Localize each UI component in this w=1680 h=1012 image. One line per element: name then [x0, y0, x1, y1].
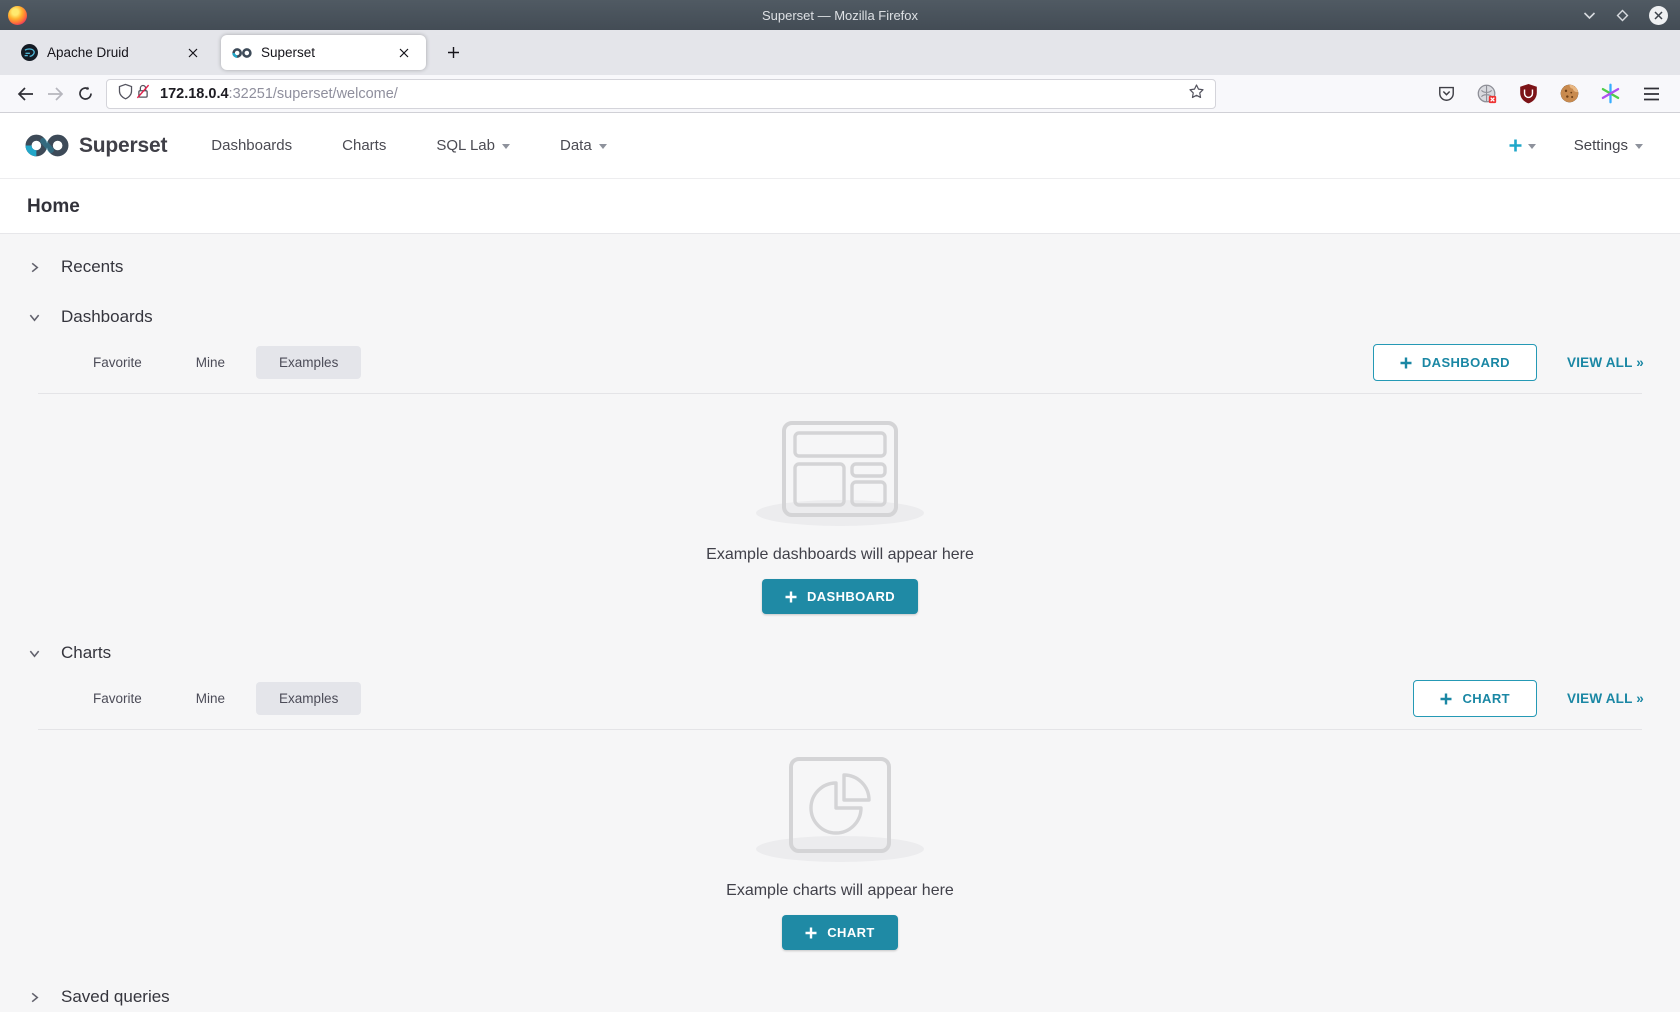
- section-label: Dashboards: [61, 307, 153, 327]
- create-dashboard-button[interactable]: DASHBOARD: [762, 579, 918, 614]
- ublock-icon[interactable]: [1515, 81, 1541, 107]
- url-host: 172.18.0.4: [160, 86, 229, 102]
- minimize-icon[interactable]: [1583, 11, 1596, 20]
- plus-icon: [1440, 693, 1452, 705]
- view-all-dashboards-link[interactable]: VIEW ALL »: [1567, 355, 1644, 370]
- empty-state-text: Example dashboards will appear here: [706, 546, 974, 564]
- tab-superset[interactable]: Superset: [221, 35, 426, 70]
- superset-favicon: [232, 47, 252, 59]
- url-text: 172.18.0.4:32251/superset/welcome/: [160, 86, 398, 102]
- button-label: DASHBOARD: [1422, 355, 1510, 370]
- druid-favicon: [21, 44, 38, 61]
- plus-icon: [805, 927, 817, 939]
- url-path: :32251/superset/welcome/: [229, 86, 398, 102]
- section-label: Recents: [61, 257, 123, 277]
- window-title: Superset — Mozilla Firefox: [0, 8, 1680, 23]
- caret-down-icon: [599, 144, 607, 149]
- close-icon[interactable]: [1649, 6, 1668, 25]
- tab-examples[interactable]: Examples: [256, 682, 361, 715]
- page-header: Home: [0, 179, 1680, 234]
- nav-charts[interactable]: Charts: [342, 137, 386, 154]
- tab-bar: Apache Druid Superset: [0, 30, 1680, 75]
- superset-logo[interactable]: Superset: [25, 133, 167, 158]
- tab-close-icon[interactable]: [182, 42, 204, 64]
- pocket-icon[interactable]: [1433, 81, 1459, 107]
- caret-down-icon: [502, 144, 510, 149]
- section-label: Charts: [61, 643, 111, 663]
- section-charts[interactable]: Charts: [0, 628, 1680, 678]
- settings-label: Settings: [1574, 137, 1628, 154]
- tab-favorite[interactable]: Favorite: [70, 346, 165, 379]
- chevron-down-icon: [28, 647, 41, 660]
- tab-apache-druid[interactable]: Apache Druid: [10, 35, 215, 70]
- container-asterisk-icon[interactable]: [1597, 81, 1623, 107]
- superset-logo-icon: [25, 133, 69, 158]
- new-tab-button[interactable]: [438, 38, 468, 68]
- nav-sql-lab[interactable]: SQL Lab: [436, 137, 510, 154]
- hamburger-menu-icon[interactable]: [1638, 81, 1664, 107]
- tab-mine[interactable]: Mine: [173, 346, 248, 379]
- tab-mine[interactable]: Mine: [173, 682, 248, 715]
- cookie-icon[interactable]: [1556, 81, 1582, 107]
- url-bar[interactable]: 172.18.0.4:32251/superset/welcome/: [106, 79, 1216, 109]
- plus-icon: [785, 591, 797, 603]
- nav-label: Dashboards: [211, 137, 292, 154]
- tab-favorite[interactable]: Favorite: [70, 682, 165, 715]
- maximize-icon[interactable]: [1616, 9, 1629, 22]
- shield-icon[interactable]: [117, 82, 134, 106]
- tab-close-icon[interactable]: [393, 42, 415, 64]
- create-chart-button[interactable]: CHART: [782, 915, 898, 950]
- nav-data[interactable]: Data: [560, 137, 607, 154]
- section-saved-queries[interactable]: Saved queries: [0, 972, 1680, 1012]
- window-titlebar: Superset — Mozilla Firefox: [0, 0, 1680, 30]
- chevron-right-icon: [28, 991, 41, 1004]
- extension-privacy-icon[interactable]: [1474, 81, 1500, 107]
- settings-menu[interactable]: Settings: [1574, 137, 1643, 154]
- tab-label: Apache Druid: [47, 45, 182, 60]
- button-label: CHART: [827, 925, 875, 940]
- new-item-menu[interactable]: [1508, 138, 1536, 153]
- charts-controls: Favorite Mine Examples CHART VIEW ALL »: [0, 678, 1680, 717]
- dashboards-controls: Favorite Mine Examples DASHBOARD VIEW AL…: [0, 342, 1680, 381]
- browser-toolbar: 172.18.0.4:32251/superset/welcome/: [0, 75, 1680, 113]
- empty-chart-icon: [788, 756, 892, 854]
- button-label: CHART: [1462, 691, 1510, 706]
- tab-label: Superset: [261, 45, 393, 60]
- section-recents[interactable]: Recents: [0, 242, 1680, 292]
- plus-icon: [1400, 357, 1412, 369]
- caret-down-icon: [1635, 144, 1643, 149]
- view-all-charts-link[interactable]: VIEW ALL »: [1567, 691, 1644, 706]
- nav-label: SQL Lab: [436, 137, 495, 154]
- welcome-content: Recents Dashboards Favorite Mine Example…: [0, 242, 1680, 1012]
- caret-down-icon: [1528, 144, 1536, 149]
- chevron-down-icon: [28, 311, 41, 324]
- empty-state-text: Example charts will appear here: [726, 882, 954, 900]
- back-icon[interactable]: [10, 79, 40, 109]
- section-dashboards[interactable]: Dashboards: [0, 292, 1680, 342]
- reload-icon[interactable]: [70, 79, 100, 109]
- button-label: DASHBOARD: [807, 589, 895, 604]
- brand-name: Superset: [79, 134, 167, 158]
- add-dashboard-button[interactable]: DASHBOARD: [1373, 344, 1537, 381]
- nav-label: Data: [560, 137, 592, 154]
- dashboards-empty-state: Example dashboards will appear here DASH…: [0, 394, 1680, 614]
- empty-dashboard-icon: [781, 420, 899, 518]
- bookmark-star-icon[interactable]: [1188, 83, 1205, 105]
- nav-label: Charts: [342, 137, 386, 154]
- plus-icon: [1508, 138, 1523, 153]
- nav-dashboards[interactable]: Dashboards: [211, 137, 292, 154]
- insecure-lock-icon[interactable]: [134, 82, 152, 106]
- page-title: Home: [27, 196, 1653, 218]
- add-chart-button[interactable]: CHART: [1413, 680, 1537, 717]
- chevron-right-icon: [28, 261, 41, 274]
- section-label: Saved queries: [61, 987, 170, 1007]
- forward-icon[interactable]: [40, 79, 70, 109]
- charts-empty-state: Example charts will appear here CHART: [0, 730, 1680, 950]
- tab-examples[interactable]: Examples: [256, 346, 361, 379]
- superset-navbar: Superset Dashboards Charts SQL Lab Data …: [0, 113, 1680, 179]
